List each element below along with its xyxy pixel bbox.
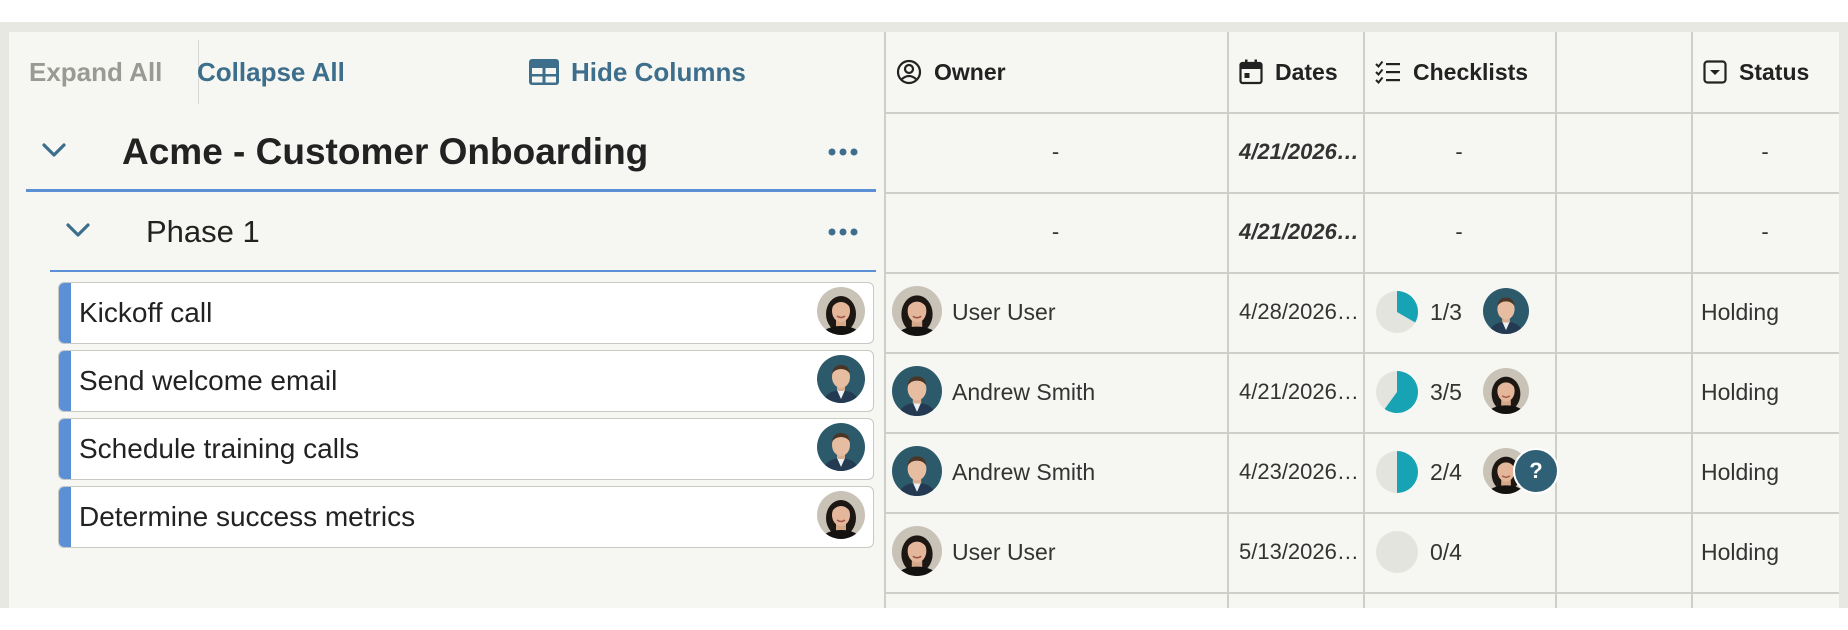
task-name: Kickoff call bbox=[79, 297, 213, 328]
owner-cell[interactable]: Andrew Smith bbox=[884, 432, 1227, 512]
phase-title: Phase 1 bbox=[146, 214, 260, 249]
more-options-icon[interactable] bbox=[828, 228, 858, 236]
user-circle-icon bbox=[896, 59, 922, 85]
task-table: Owner Dates Checklists Status - 4/21/202… bbox=[884, 32, 1839, 608]
avatar bbox=[817, 287, 865, 335]
owner-name: Andrew Smith bbox=[952, 379, 1096, 405]
phase-owner-cell: - bbox=[1051, 219, 1060, 244]
date-cell[interactable]: 4/21/2026… bbox=[1239, 352, 1359, 432]
more-options-icon[interactable] bbox=[828, 148, 858, 156]
date-cell[interactable]: 5/13/2026… bbox=[1239, 512, 1359, 592]
phase-row[interactable]: Phase 1 bbox=[50, 192, 876, 272]
dropdown-box-icon bbox=[1703, 60, 1727, 84]
project-status-cell: - bbox=[1761, 139, 1769, 164]
owner-cell[interactable]: Andrew Smith bbox=[884, 352, 1227, 432]
avatar bbox=[817, 423, 865, 471]
avatar bbox=[892, 446, 942, 496]
task-accent-bar bbox=[59, 487, 71, 547]
checklists-header-label: Checklists bbox=[1413, 59, 1529, 85]
chevron-down-icon[interactable] bbox=[64, 216, 92, 244]
checklist-count: 1/3 bbox=[1430, 299, 1462, 325]
column-divider bbox=[1227, 32, 1229, 608]
checklist-progress-pie bbox=[1376, 371, 1419, 413]
task-card[interactable]: Schedule training calls bbox=[58, 418, 874, 480]
status-cell[interactable]: Holding bbox=[1701, 512, 1779, 592]
avatar bbox=[1483, 368, 1529, 414]
progress-slice bbox=[1397, 451, 1418, 493]
avatar bbox=[817, 491, 865, 539]
owner-cell[interactable]: User User bbox=[884, 272, 1227, 352]
task-name: Schedule training calls bbox=[79, 433, 360, 464]
checklist-count: 3/5 bbox=[1430, 379, 1462, 405]
owner-header-label: Owner bbox=[934, 59, 1006, 85]
workspace-frame: Expand All Collapse All Hide Columns Acm… bbox=[0, 22, 1848, 608]
column-header-owner[interactable]: Owner bbox=[896, 32, 1006, 112]
task-name: Determine success metrics bbox=[79, 501, 416, 532]
owner-name: User User bbox=[952, 299, 1056, 325]
hide-columns-label: Hide Columns bbox=[571, 57, 746, 87]
checklist-progress-pie bbox=[1376, 451, 1418, 493]
checklist-cell[interactable]: 2/4 ? bbox=[1363, 432, 1559, 512]
checklist-cell[interactable]: 1/3 bbox=[1363, 272, 1555, 352]
column-divider bbox=[1555, 32, 1557, 608]
avatar bbox=[817, 355, 865, 403]
date-cell[interactable]: 4/28/2026… bbox=[1239, 272, 1359, 352]
table-grid-icon bbox=[529, 58, 559, 85]
row-divider bbox=[884, 592, 1839, 594]
phase-date-cell[interactable]: 4/21/2026… bbox=[1239, 192, 1359, 272]
checklist-count: 2/4 bbox=[1430, 459, 1462, 485]
expand-all-button[interactable]: Expand All bbox=[29, 32, 162, 112]
progress-track bbox=[1376, 531, 1418, 573]
project-checklist-cell: - bbox=[1455, 139, 1463, 164]
task-card[interactable]: Determine success metrics bbox=[58, 486, 874, 548]
status-header-label: Status bbox=[1739, 59, 1810, 85]
status-cell[interactable]: Holding bbox=[1701, 432, 1779, 512]
task-name: Send welcome email bbox=[79, 365, 338, 396]
owner-name: Andrew Smith bbox=[952, 459, 1096, 485]
phase-status-cell: - bbox=[1761, 219, 1769, 244]
tree-toolbar: Expand All Collapse All Hide Columns bbox=[9, 32, 884, 112]
checklist-progress-pie bbox=[1376, 531, 1418, 573]
task-accent-bar bbox=[59, 419, 71, 479]
checklist-progress-pie bbox=[1376, 291, 1419, 333]
chevron-down-icon[interactable] bbox=[40, 136, 68, 164]
project-view: Expand All Collapse All Hide Columns Acm… bbox=[9, 32, 1839, 608]
checklist-cell[interactable]: 3/5 bbox=[1363, 352, 1555, 432]
task-tree: Expand All Collapse All Hide Columns Acm… bbox=[9, 32, 884, 608]
owner-name: User User bbox=[952, 539, 1056, 565]
project-title: Acme - Customer Onboarding bbox=[122, 131, 649, 172]
task-accent-bar bbox=[59, 283, 71, 343]
dates-header-label: Dates bbox=[1275, 59, 1338, 85]
project-date-cell[interactable]: 4/21/2026… bbox=[1239, 112, 1359, 192]
task-accent-bar bbox=[59, 351, 71, 411]
column-header-status[interactable]: Status bbox=[1703, 32, 1809, 112]
checklist-icon bbox=[1375, 60, 1400, 84]
project-owner-cell: - bbox=[1051, 139, 1060, 164]
project-row[interactable]: Acme - Customer Onboarding bbox=[26, 112, 876, 192]
unassigned-avatar: ? bbox=[1513, 448, 1559, 494]
phase-checklist-cell: - bbox=[1455, 219, 1463, 244]
status-cell[interactable]: Holding bbox=[1701, 352, 1779, 432]
owner-cell[interactable]: User User bbox=[884, 512, 1227, 592]
checklist-cell[interactable]: 0/4 bbox=[1363, 512, 1555, 592]
collapse-all-button[interactable]: Collapse All bbox=[197, 32, 345, 112]
task-card[interactable]: Kickoff call bbox=[58, 282, 874, 344]
calendar-icon bbox=[1239, 59, 1263, 85]
avatar bbox=[892, 286, 942, 336]
avatar bbox=[1483, 288, 1529, 334]
status-cell[interactable]: Holding bbox=[1701, 272, 1779, 352]
avatar bbox=[892, 526, 942, 576]
avatar bbox=[892, 366, 942, 416]
checklist-count: 0/4 bbox=[1430, 539, 1462, 565]
date-cell[interactable]: 4/23/2026… bbox=[1239, 432, 1359, 512]
column-header-dates[interactable]: Dates bbox=[1239, 32, 1338, 112]
task-card[interactable]: Send welcome email bbox=[58, 350, 874, 412]
hide-columns-button[interactable]: Hide Columns bbox=[529, 32, 746, 112]
column-header-checklists[interactable]: Checklists bbox=[1375, 32, 1528, 112]
